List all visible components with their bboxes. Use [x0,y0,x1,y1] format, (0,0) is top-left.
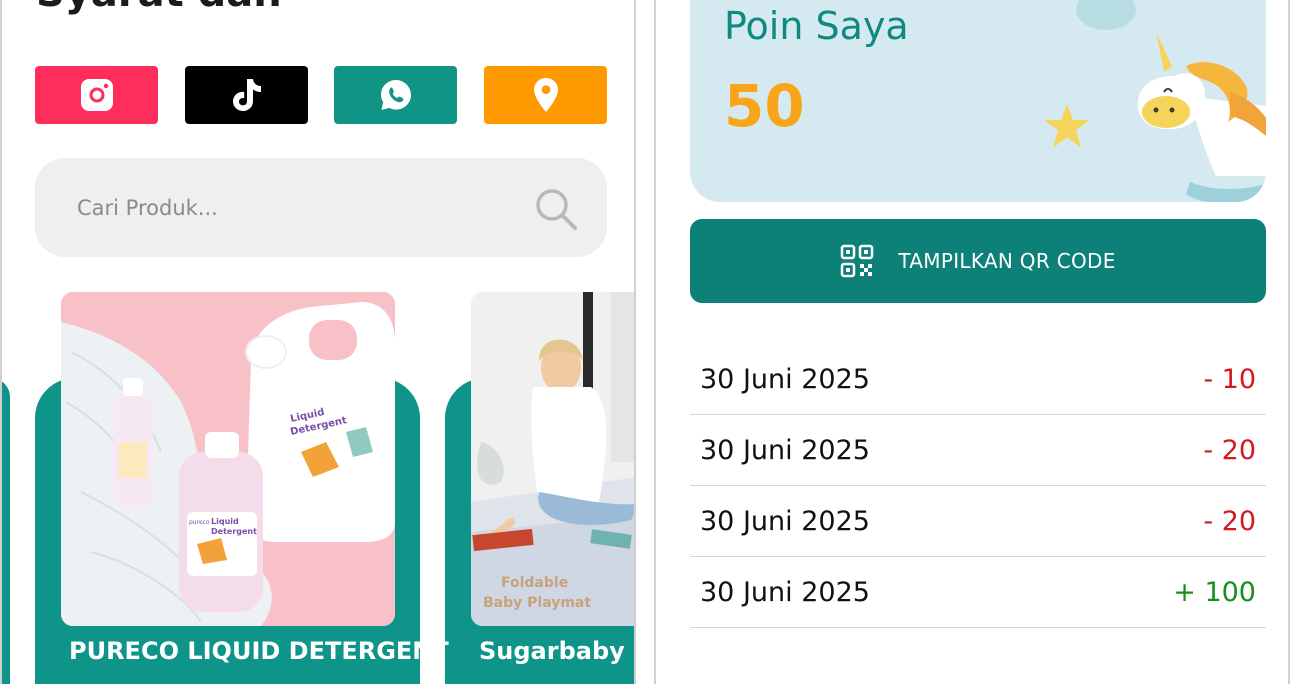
show-qr-code-button[interactable]: TAMPILKAN QR CODE [690,219,1266,303]
points-label: Poin Saya [724,4,909,48]
product-title[interactable]: PURECO LIQUID DETERGENT [69,636,449,666]
location-pin-icon [533,78,558,112]
playmat-photo: Foldable Baby Playmat [471,292,634,626]
whatsapp-button[interactable] [334,66,457,124]
svg-text:Liquid: Liquid [211,517,239,526]
history-date: 30 Juni 2025 [700,576,870,608]
tiktok-button[interactable] [185,66,308,124]
screen: Syarat dan [0,0,1290,684]
detergent-photo: Liquid Detergent Liquid Detergent pureco [61,292,395,626]
search-bar[interactable] [35,158,607,257]
history-row: 30 Juni 2025 - 10 [690,344,1266,415]
home-panel: Syarat dan [0,0,636,684]
playmat-caption-2: Baby Playmat [483,595,591,611]
history-date: 30 Juni 2025 [700,434,870,466]
product-title[interactable]: Sugarbaby Fo Playmat [479,636,634,666]
history-row: 30 Juni 2025 - 20 [690,415,1266,486]
qr-code-icon [841,244,874,278]
points-value: 50 [724,72,805,140]
instagram-icon [80,79,113,111]
history-amount: - 20 [1203,434,1256,466]
instagram-button[interactable] [35,66,158,124]
product-image-pureco[interactable]: Liquid Detergent Liquid Detergent pureco [61,292,395,626]
history-amount: - 10 [1203,363,1256,395]
product-card-partial[interactable] [2,378,10,684]
history-row: 30 Juni 2025 + 100 [690,557,1266,628]
search-input[interactable] [77,190,507,226]
whatsapp-icon [380,80,411,110]
location-button[interactable] [484,66,607,124]
product-image-playmat[interactable]: Foldable Baby Playmat [471,292,634,626]
unicorn-illustration-icon [1137,32,1266,202]
playmat-caption-1: Foldable [501,575,568,591]
svg-text:pureco: pureco [189,519,210,526]
history-row: 30 Juni 2025 - 20 [690,486,1266,557]
star-decoration-icon [1044,104,1090,148]
points-card: Poin Saya 50 [690,0,1266,202]
search-icon[interactable] [533,186,579,232]
page-heading: Syarat dan [36,0,282,16]
tiktok-icon [232,79,261,111]
history-date: 30 Juni 2025 [700,363,870,395]
qr-button-label: TAMPILKAN QR CODE [898,249,1116,273]
history-amount: - 20 [1203,505,1256,537]
points-history-list: 30 Juni 2025 - 10 30 Juni 2025 - 20 30 J… [690,344,1266,628]
svg-text:Detergent: Detergent [211,527,257,536]
history-date: 30 Juni 2025 [700,505,870,537]
history-amount: + 100 [1173,576,1256,608]
points-panel: Poin Saya 50 TAMPILKAN QR CODE 30 Juni 2… [654,0,1290,684]
